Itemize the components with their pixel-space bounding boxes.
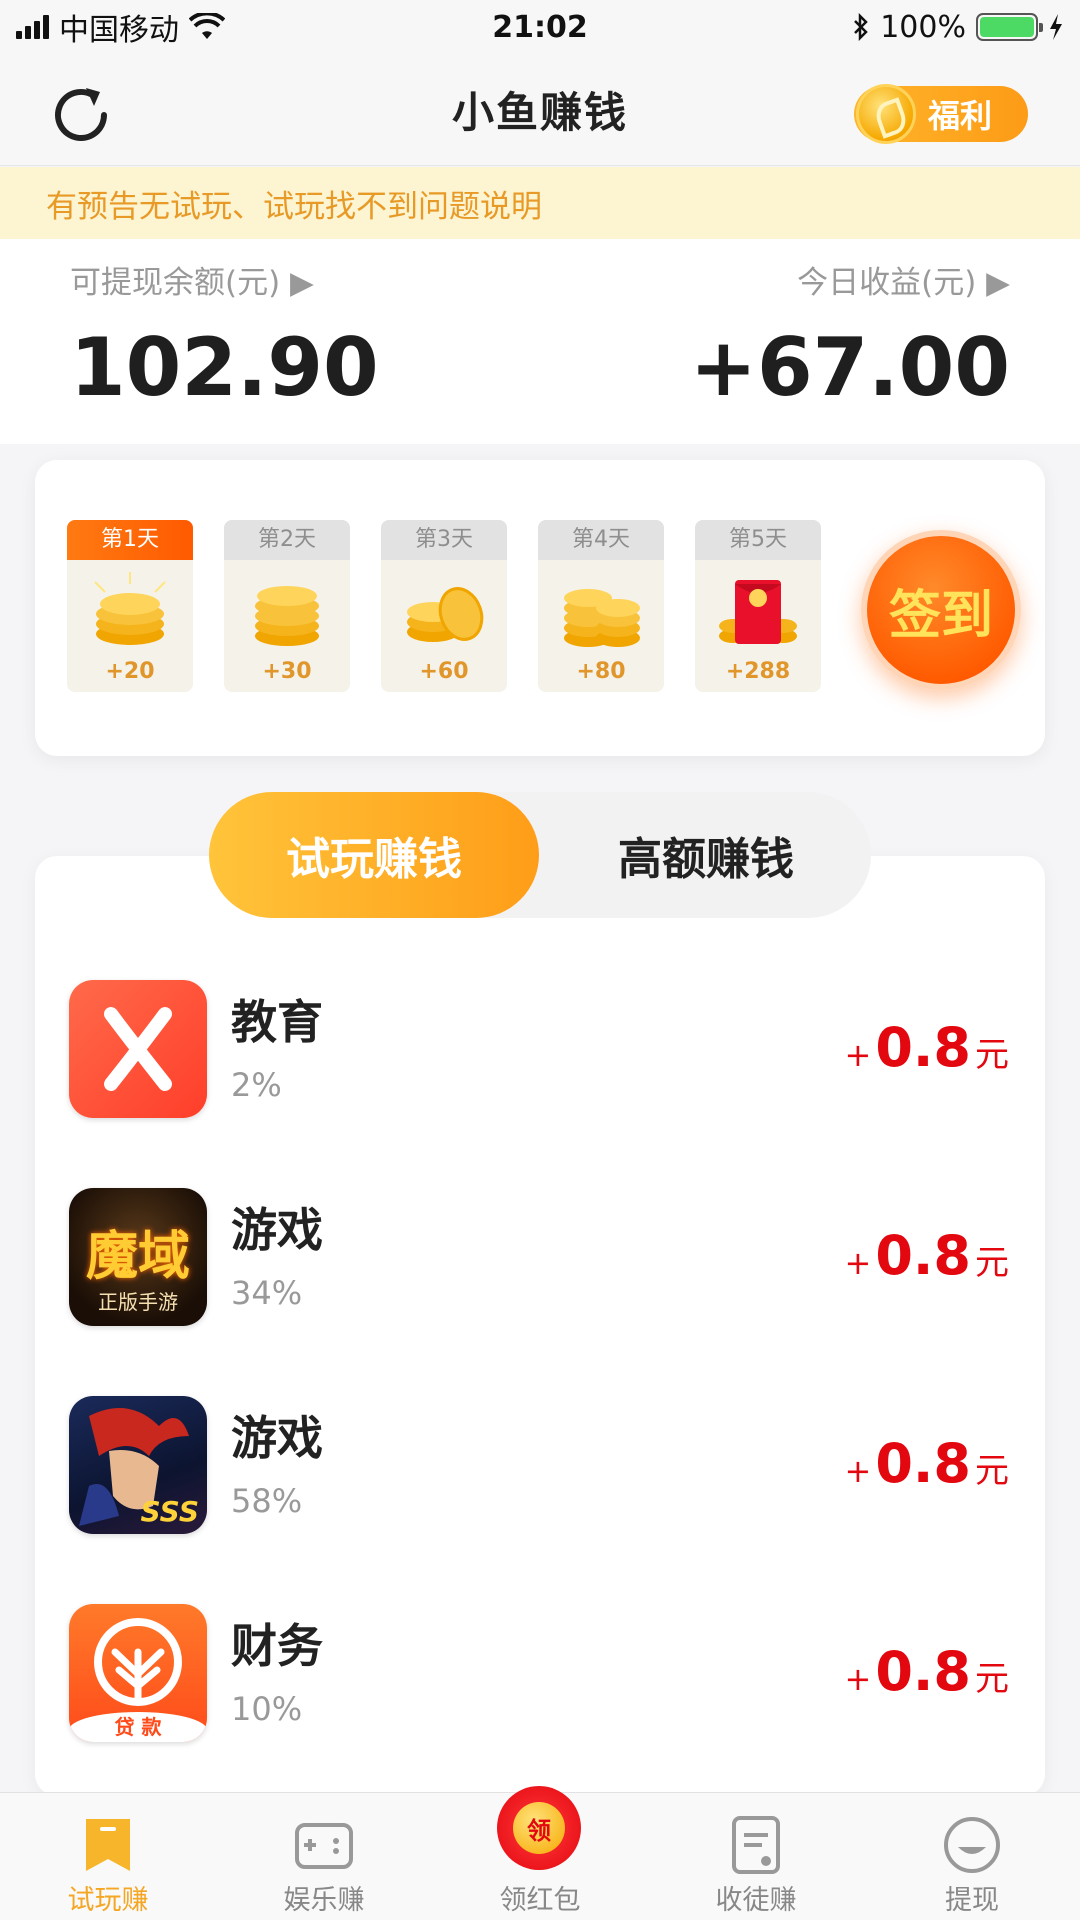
reward-amount: 0.8: [875, 1432, 971, 1495]
task-category: 游戏: [231, 1203, 323, 1257]
earning-mode-tabs: 试玩赚钱 高额赚钱: [209, 792, 871, 918]
checkin-day-1: 第1天 +20: [67, 520, 193, 692]
checkin-day-5: 第5天 +288: [695, 520, 821, 692]
reward-amount: 0.8: [875, 1224, 971, 1287]
reward-plus: +: [844, 1036, 872, 1074]
reward-unit: 元: [975, 1035, 1009, 1075]
bottom-tab-label: 提现: [945, 1885, 999, 1916]
welfare-button[interactable]: 福利: [854, 84, 1028, 144]
day-reward: +30: [262, 659, 312, 684]
reward-unit: 元: [975, 1659, 1009, 1699]
task-progress: 34%: [231, 1274, 303, 1312]
notice-text: 有预告无试玩、试玩找不到问题说明: [46, 188, 542, 225]
reward-unit: 元: [975, 1451, 1009, 1491]
redpacket-icon[interactable]: 领: [497, 1786, 581, 1870]
page-title: 小鱼赚钱: [451, 88, 628, 137]
loan-app-icon: 贷 款: [69, 1604, 207, 1742]
task-row[interactable]: 魔域 正版手游 游戏 34% + 0.8 元: [35, 1176, 1045, 1336]
refresh-icon[interactable]: [46, 80, 116, 150]
day-label: 第1天: [67, 520, 193, 560]
moyu-game-icon: 魔域 正版手游: [69, 1188, 207, 1326]
charging-icon: [1050, 14, 1062, 40]
coins-icon: [407, 587, 484, 642]
checkin-day-2: 第2天 +30: [224, 520, 350, 692]
checkin-day-4: 第4天 +80: [538, 520, 664, 692]
coins-icon: [255, 586, 319, 646]
day-label: 第5天: [695, 520, 821, 560]
task-reward: + 0.8 元: [845, 1016, 1009, 1079]
bluetooth-icon: [854, 13, 868, 41]
task-reward: + 0.8 元: [845, 1224, 1009, 1287]
task-category: 游戏: [231, 1411, 323, 1465]
battery-percent: 100%: [880, 9, 966, 45]
coins-icon: [564, 589, 640, 647]
task-list-card: 教育 2% + 0.8 元 魔域 正版手游 游戏 34% + 0.8 元 SSS: [35, 856, 1045, 1796]
today-earnings-value: +67.00: [689, 321, 1010, 414]
welfare-label: 福利: [928, 97, 993, 135]
withdrawable-value: 102.90: [70, 321, 379, 414]
reward-amount: 0.8: [875, 1640, 971, 1703]
tab-trial-earn[interactable]: 试玩赚钱: [209, 792, 539, 918]
reward-unit: 元: [975, 1243, 1009, 1283]
game-logo-text: SSS: [140, 1495, 199, 1528]
checkin-card: 第1天 +20 第2天 +30 第3天 +60 第4天 +80 第5天 +288…: [35, 460, 1045, 756]
reward-plus: +: [844, 1660, 872, 1698]
day-reward: +80: [576, 659, 626, 684]
task-row[interactable]: 教育 2% + 0.8 元: [35, 968, 1045, 1128]
loan-label: 贷 款: [69, 1712, 207, 1742]
balance-section: 可提现余额(元) ▶ 今日收益(元) ▶ 102.90 +67.00: [0, 239, 1080, 444]
day-reward: +288: [725, 659, 791, 684]
bottom-tab-label: 娱乐赚: [283, 1885, 365, 1916]
education-app-icon: [69, 980, 207, 1118]
document-icon: [732, 1816, 780, 1874]
bottom-tab-apprentice[interactable]: 收徒赚: [648, 1793, 864, 1920]
red-envelope-icon: [719, 580, 797, 644]
coin-icon: [856, 84, 916, 144]
notice-banner[interactable]: 有预告无试玩、试玩找不到问题说明: [0, 167, 1080, 239]
carrier-label: 中国移动: [59, 13, 179, 48]
day-label: 第4天: [538, 520, 664, 560]
coins-icon: [94, 572, 166, 645]
day-reward: +20: [105, 659, 155, 684]
bottom-tab-label: 领红包: [499, 1885, 581, 1916]
nav-bar: 小鱼赚钱 福利: [0, 54, 1080, 166]
bottom-tab-label: 收徒赚: [715, 1885, 797, 1916]
task-row[interactable]: SSS 游戏 58% + 0.8 元: [35, 1384, 1045, 1544]
today-earnings-label[interactable]: 今日收益(元) ▶: [797, 257, 1010, 302]
task-row[interactable]: 贷 款 财务 10% + 0.8 元: [35, 1592, 1045, 1752]
task-category: 教育: [231, 995, 323, 1049]
battery-icon: [976, 13, 1043, 41]
checkin-day-3: 第3天 +60: [381, 520, 507, 692]
day-reward: +60: [419, 659, 469, 684]
withdrawable-label[interactable]: 可提现余额(元) ▶: [70, 257, 314, 302]
day-label: 第3天: [381, 520, 507, 560]
status-bar: 中国移动 21:02 100%: [0, 0, 1080, 54]
smile-coin-icon: [944, 1817, 1000, 1873]
bottom-tab-withdraw[interactable]: 提现: [864, 1793, 1080, 1920]
task-reward: + 0.8 元: [845, 1432, 1009, 1495]
task-reward: + 0.8 元: [845, 1640, 1009, 1703]
task-category: 财务: [231, 1619, 323, 1673]
bottom-tab-trial[interactable]: 试玩赚: [0, 1793, 216, 1920]
gamepad-icon: [295, 1823, 353, 1869]
task-progress: 2%: [231, 1066, 282, 1104]
hero-game-icon: SSS: [69, 1396, 207, 1534]
bookmark-icon: [86, 1819, 130, 1871]
reward-plus: +: [844, 1452, 872, 1490]
signin-button[interactable]: 签到: [861, 530, 1021, 690]
task-progress: 58%: [231, 1482, 303, 1520]
wifi-icon: [189, 13, 225, 39]
reward-amount: 0.8: [875, 1016, 971, 1079]
reward-plus: +: [844, 1244, 872, 1282]
bottom-tab-label: 试玩赚: [67, 1885, 149, 1916]
game-logo-subtext: 正版手游: [98, 1290, 178, 1314]
tab-high-earn[interactable]: 高额赚钱: [541, 792, 871, 918]
signal-icon: [16, 15, 49, 39]
bottom-tab-entertainment[interactable]: 娱乐赚: [216, 1793, 432, 1920]
game-logo-text: 魔域: [85, 1227, 190, 1287]
task-progress: 10%: [231, 1690, 303, 1728]
redpacket-badge: 领: [513, 1802, 565, 1854]
day-label: 第2天: [224, 520, 350, 560]
